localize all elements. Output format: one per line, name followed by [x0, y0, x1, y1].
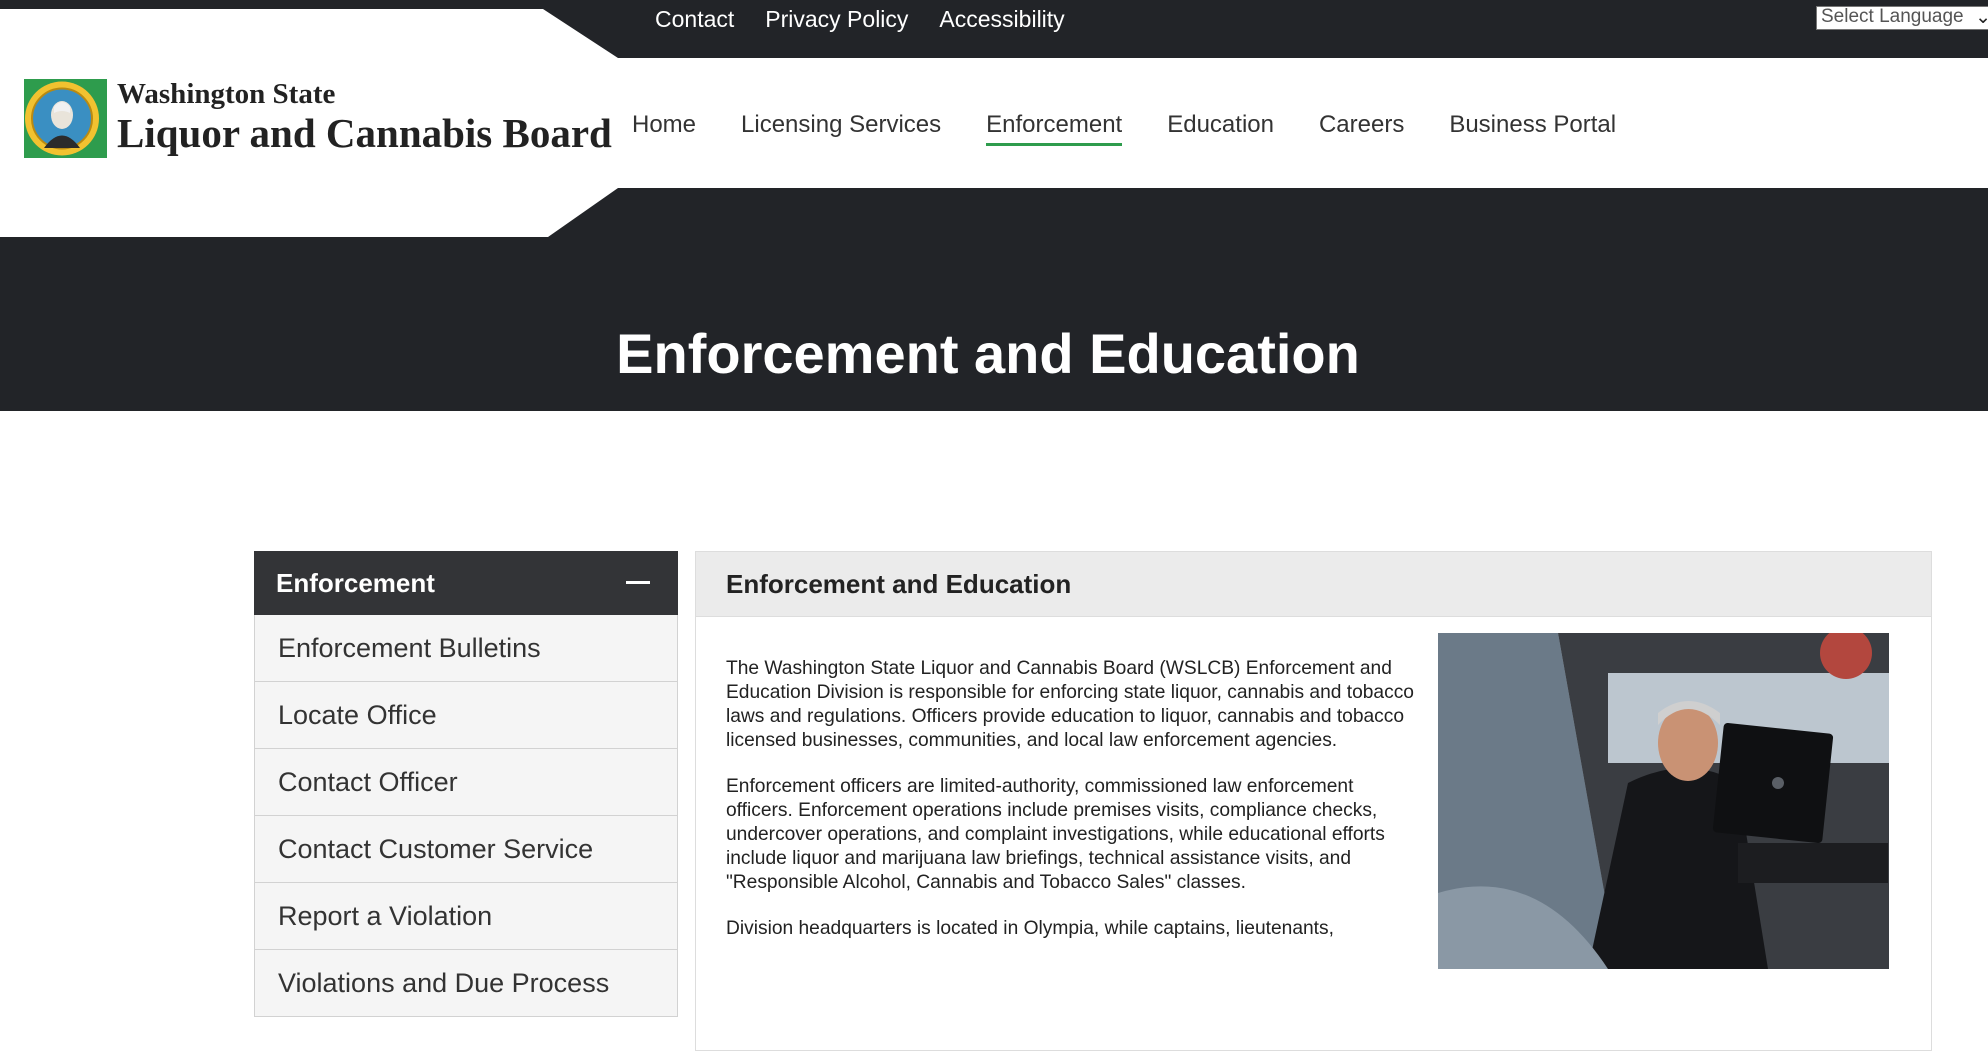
nav-home[interactable]: Home — [632, 110, 696, 140]
main-nav: Home Licensing Services Enforcement Educ… — [632, 110, 1616, 146]
sidebar-item-locate-office[interactable]: Locate Office — [254, 682, 678, 749]
collapse-minus-icon[interactable] — [626, 581, 650, 584]
sidebar-heading[interactable]: Enforcement — [254, 551, 678, 615]
sidebar-item-report-a-violation[interactable]: Report a Violation — [254, 883, 678, 950]
nav-licensing-services[interactable]: Licensing Services — [741, 110, 941, 140]
content-body: The Washington State Liquor and Cannabis… — [726, 657, 1421, 963]
content-panel: Enforcement and Education The Washington… — [695, 551, 1932, 1051]
state-seal-logo[interactable] — [24, 79, 107, 158]
contact-link[interactable]: Contact — [655, 6, 734, 32]
content-paragraph: Division headquarters is located in Olym… — [726, 918, 1334, 939]
brand-line-1: Washington State — [117, 78, 336, 110]
content-heading: Enforcement and Education — [696, 552, 1931, 617]
sidebar-item-contact-customer-service[interactable]: Contact Customer Service — [254, 816, 678, 883]
chevron-down-icon: ⌄ — [1975, 8, 1988, 28]
content-paragraph: Enforcement officers are limited-authori… — [726, 776, 1385, 893]
page-title: Enforcement and Education — [616, 322, 1360, 385]
privacy-policy-link[interactable]: Privacy Policy — [765, 6, 908, 32]
utility-nav: Contact Privacy Policy Accessibility — [655, 6, 1065, 32]
sidebar-heading-label: Enforcement — [276, 567, 435, 598]
nav-education[interactable]: Education — [1167, 110, 1274, 140]
sidebar-item-violations-due-process[interactable]: Violations and Due Process — [254, 950, 678, 1017]
accessibility-link[interactable]: Accessibility — [939, 6, 1064, 32]
sidebar-item-contact-officer[interactable]: Contact Officer — [254, 749, 678, 816]
officer-in-vehicle-photo — [1438, 633, 1889, 969]
language-select[interactable]: Select Language ⌄ — [1816, 6, 1988, 30]
nav-enforcement[interactable]: Enforcement — [986, 110, 1123, 146]
sidebar: Enforcement Enforcement Bulletins Locate… — [254, 551, 678, 1017]
brand-line-2: Liquor and Cannabis Board — [117, 110, 612, 156]
language-select-value: Select Language — [1821, 6, 1964, 27]
content-paragraph: The Washington State Liquor and Cannabis… — [726, 658, 1414, 751]
nav-business-portal[interactable]: Business Portal — [1449, 110, 1616, 140]
nav-careers[interactable]: Careers — [1319, 110, 1404, 140]
sidebar-item-enforcement-bulletins[interactable]: Enforcement Bulletins — [254, 615, 678, 682]
